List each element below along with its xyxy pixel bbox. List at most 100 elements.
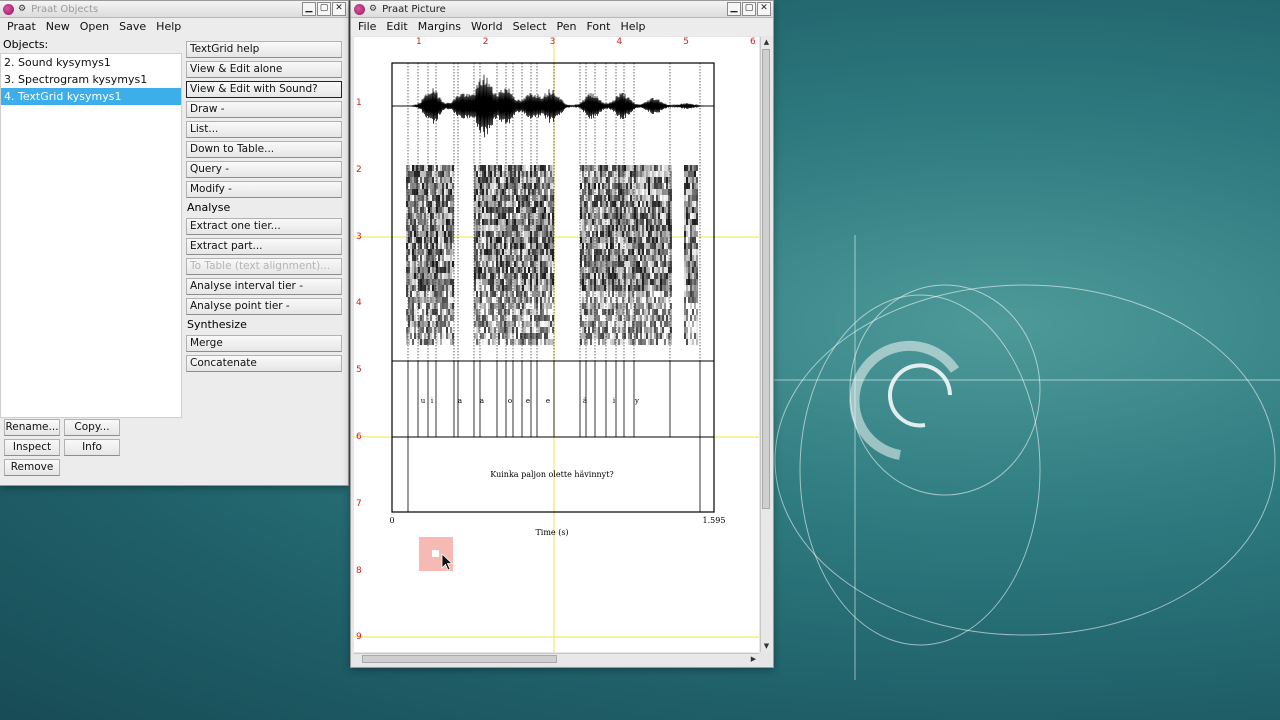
ruler-top-3: 3 (549, 37, 556, 47)
menu-open[interactable]: Open (75, 18, 114, 36)
praat-objects-window: ⚙ Praat Objects ▁ ▢ ✕ Praat New Open Sav… (0, 1, 348, 485)
extract-one-tier-button[interactable]: Extract one tier... (186, 218, 342, 235)
menu-new[interactable]: New (41, 18, 75, 36)
scroll-thumb[interactable] (762, 49, 770, 509)
ruler-left-6: 6 (356, 432, 362, 442)
menu-praat[interactable]: Praat (2, 18, 41, 36)
ruler-left-9: 9 (356, 632, 362, 643)
pin-icon[interactable]: ⚙ (18, 4, 26, 14)
analyse-section-label: Analyse (187, 201, 231, 214)
ruler-left-8: 8 (356, 565, 362, 576)
draw-button[interactable]: Draw - (186, 101, 342, 118)
analyse-interval-tier-button[interactable]: Analyse interval tier - (186, 278, 342, 295)
remove-button[interactable]: Remove (4, 459, 60, 476)
down-to-table-button[interactable]: Down to Table... (186, 141, 342, 158)
close-icon[interactable]: ✕ (332, 2, 346, 16)
menu-font[interactable]: Font (582, 18, 616, 36)
tier-label-3: a (480, 397, 484, 405)
spectrogram (406, 165, 698, 345)
ruler-left-4: 4 (356, 298, 362, 309)
ruler-left-7: 7 (356, 498, 362, 509)
objects-menubar: Praat New Open Save Help (0, 18, 348, 36)
inspect-button[interactable]: Inspect (4, 439, 60, 456)
menu-select[interactable]: Select (508, 18, 552, 36)
menu-edit[interactable]: Edit (381, 18, 412, 36)
maximize-icon[interactable]: ▢ (742, 2, 756, 16)
picture-menubar: File Edit Margins World Select Pen Font … (351, 18, 773, 36)
menu-pen[interactable]: Pen (552, 18, 582, 36)
ruler-top-4: 4 (616, 37, 623, 47)
to-table-text-alignment-button: To Table (text alignment)... (186, 258, 342, 275)
pin-icon[interactable]: ⚙ (369, 4, 377, 14)
tier-label-7: ä (583, 397, 587, 405)
menu-world[interactable]: World (466, 18, 508, 36)
ruler-left-3: 3 (356, 231, 362, 242)
desktop-swirl-logo (770, 235, 1280, 680)
query-button[interactable]: Query - (186, 161, 342, 178)
picture-canvas[interactable]: uiaaoeeäiy Kuinka paljon olette hävinnyt… (354, 37, 759, 652)
menu-help[interactable]: Help (151, 18, 186, 36)
close-icon[interactable]: ✕ (757, 2, 771, 16)
extract-part-button[interactable]: Extract part... (186, 238, 342, 255)
view-edit-with-sound-button[interactable]: View & Edit with Sound? (186, 81, 342, 98)
view-edit-alone-button[interactable]: View & Edit alone (186, 61, 342, 78)
ruler-left-1: 1 (356, 98, 362, 108)
tier-label-2: a (458, 397, 462, 405)
scroll-thumb[interactable] (362, 655, 557, 663)
tier-label-5: e (526, 397, 530, 405)
mouse-pointer-icon (441, 553, 453, 571)
praat-picture-window: ⚙ Praat Picture ▁ ▢ ✕ File Edit Margins … (351, 1, 773, 667)
ruler-left-5: 5 (356, 365, 362, 376)
cursor-dot (432, 550, 439, 557)
ruler-top-6: 6 (750, 37, 756, 47)
window-title: Praat Picture (382, 3, 446, 15)
list-item-textgrid[interactable]: 4. TextGrid kysymys1 (1, 88, 181, 105)
maximize-icon[interactable]: ▢ (317, 2, 331, 16)
picture-titlebar[interactable]: ⚙ Praat Picture ▁ ▢ ✕ (351, 1, 773, 18)
merge-button[interactable]: Merge (186, 335, 342, 352)
ruler-top-1: 1 (416, 37, 422, 47)
analyse-point-tier-button[interactable]: Analyse point tier - (186, 298, 342, 315)
objects-titlebar[interactable]: ⚙ Praat Objects ▁ ▢ ✕ (0, 1, 348, 18)
dynamic-menu: TextGrid help View & Edit alone View & E… (186, 41, 344, 375)
objects-list[interactable]: 2. Sound kysymys1 3. Spectrogram kysymys… (0, 53, 182, 418)
tier-label-8: i (613, 397, 616, 405)
scroll-right-icon[interactable]: ▶ (748, 654, 759, 665)
x-axis-start: 0 (389, 516, 394, 525)
tier-label-1: i (431, 397, 434, 405)
tier-label-6: e (546, 397, 550, 405)
menu-margins[interactable]: Margins (413, 18, 466, 36)
modify-button[interactable]: Modify - (186, 181, 342, 198)
list-item-spectrogram[interactable]: 3. Spectrogram kysymys1 (1, 71, 181, 88)
praat-app-icon (3, 3, 14, 15)
x-axis-label: Time (s) (535, 528, 568, 537)
list-button[interactable]: List... (186, 121, 342, 138)
x-axis-end: 1.595 (703, 516, 726, 525)
praat-app-icon (354, 3, 365, 15)
ruler-top-5: 5 (683, 37, 689, 47)
sentence-label: Kuinka paljon olette hävinnyt? (490, 470, 613, 479)
scroll-down-icon[interactable]: ▼ (761, 641, 772, 652)
menu-file[interactable]: File (353, 18, 381, 36)
concatenate-button[interactable]: Concatenate (186, 355, 342, 372)
synthesize-section-label: Synthesize (187, 318, 247, 331)
rename-button[interactable]: Rename... (4, 419, 60, 436)
horizontal-scrollbar[interactable]: ▶ (354, 653, 759, 665)
menu-save[interactable]: Save (114, 18, 151, 36)
minimize-icon[interactable]: ▁ (727, 2, 741, 16)
info-button[interactable]: Info (64, 439, 120, 456)
copy-button[interactable]: Copy... (64, 419, 120, 436)
figure-svg: uiaaoeeäiy Kuinka paljon olette hävinnyt… (354, 37, 759, 652)
textgrid-help-button[interactable]: TextGrid help (186, 41, 342, 58)
window-title: Praat Objects (31, 3, 99, 15)
ruler-top-2: 2 (482, 37, 489, 47)
cursor-highlight (419, 537, 453, 571)
tier-label-4: o (508, 397, 512, 405)
objects-list-label: Objects: (3, 38, 49, 51)
tier-label-9: y (634, 397, 639, 405)
vertical-scrollbar[interactable]: ▲ ▼ (760, 37, 772, 652)
list-item-sound[interactable]: 2. Sound kysymys1 (1, 54, 181, 71)
menu-help[interactable]: Help (615, 18, 650, 36)
minimize-icon[interactable]: ▁ (302, 2, 316, 16)
scroll-up-icon[interactable]: ▲ (761, 37, 772, 48)
